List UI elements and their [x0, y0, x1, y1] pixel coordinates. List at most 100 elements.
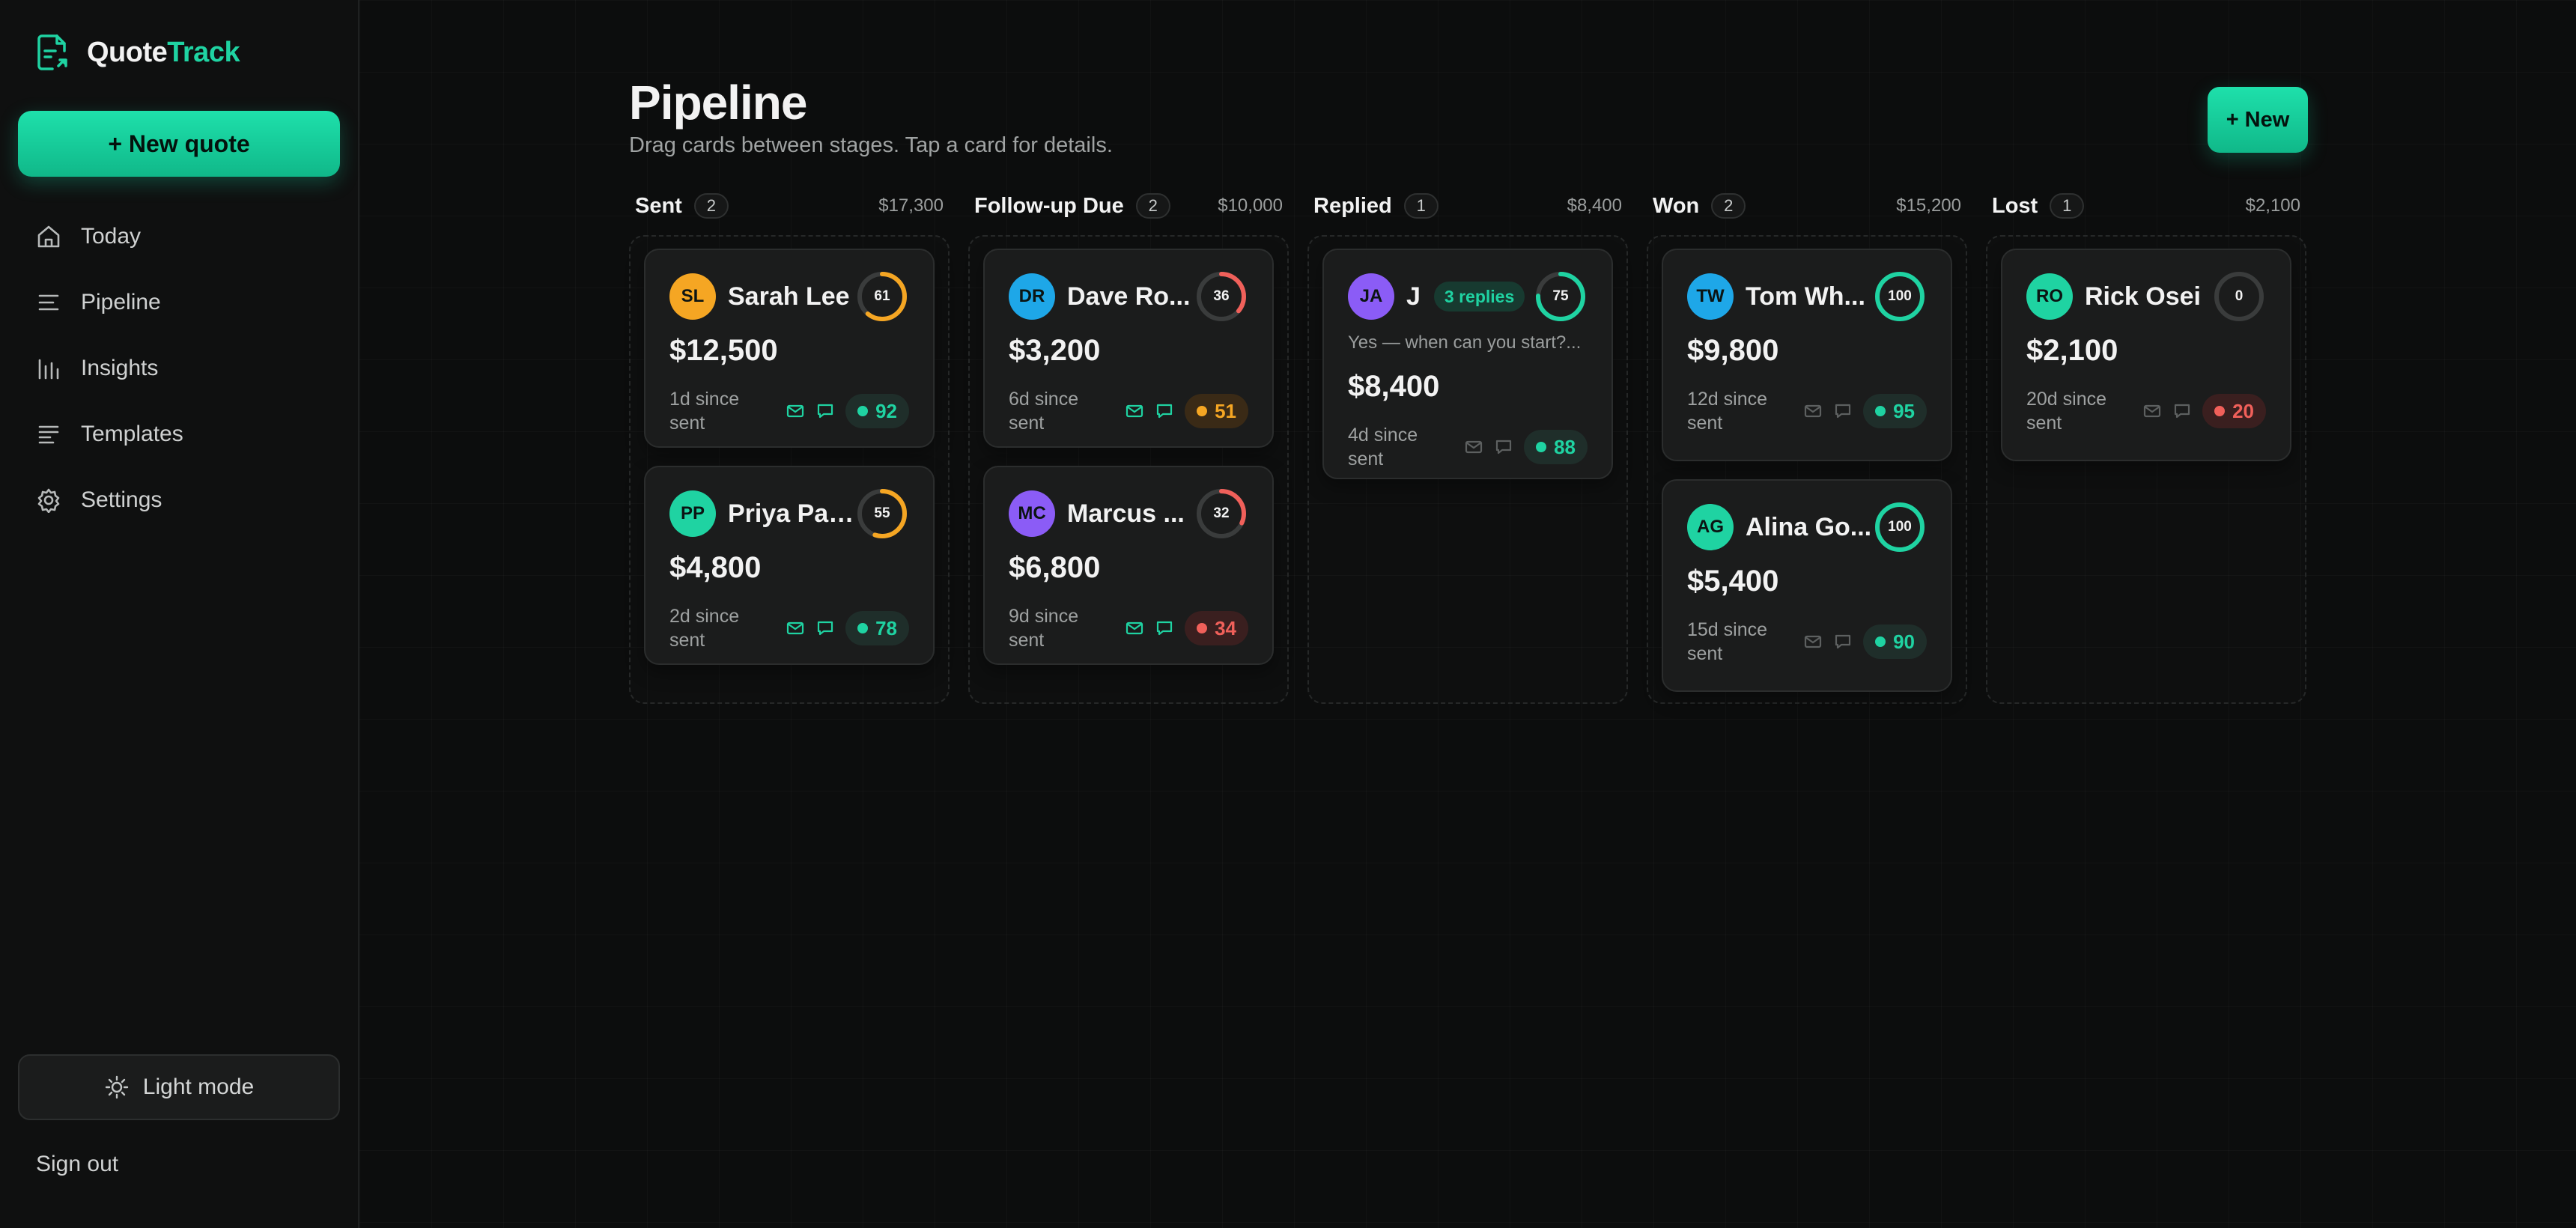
sidebar-item-settings[interactable]: Settings: [18, 467, 340, 533]
message-icon: [1835, 634, 1851, 649]
gear-icon: [37, 488, 60, 513]
column-total: $17,300: [878, 195, 944, 216]
score-badge: 78: [845, 611, 909, 645]
quote-card[interactable]: DR Dave Ro... 36 $3,200 6d since sent 51: [983, 249, 1274, 448]
avatar: RO: [2026, 273, 2073, 320]
message-icon: [817, 404, 833, 419]
ring-value: 55: [874, 505, 890, 521]
column-dropzone[interactable]: RO Rick Osei 0 $2,100 20d since sent 20: [1986, 235, 2306, 704]
stage-column-follow-up-due: Follow-up Due 2 $10,000 DR Dave Ro... 36…: [968, 190, 1289, 704]
column-count-badge: 2: [1711, 193, 1746, 219]
message-icon: [1156, 404, 1173, 419]
quote-amount: $5,400: [1687, 565, 1779, 598]
progress-ring: 75: [1534, 270, 1588, 323]
avatar: MC: [1009, 490, 1055, 537]
new-quote-button[interactable]: + New quote: [18, 111, 340, 177]
column-count-badge: 1: [1403, 193, 1439, 219]
client-name: J: [1406, 282, 1421, 311]
column-dropzone[interactable]: SL Sarah Lee 61 $12,500 1d since sent 92…: [629, 235, 950, 704]
quote-card[interactable]: SL Sarah Lee 61 $12,500 1d since sent 92: [644, 249, 935, 448]
mail-icon: [786, 404, 804, 418]
column-title: Sent: [635, 193, 682, 218]
column-header: Sent 2 $17,300: [629, 190, 950, 222]
time-since-sent: 2d since sent: [669, 606, 740, 651]
column-title: Won: [1653, 193, 1700, 218]
progress-ring: 0: [2212, 270, 2266, 323]
quote-amount: $2,100: [2026, 334, 2118, 367]
quote-card[interactable]: AG Alina Go... 100 $5,400 15d since sent…: [1662, 479, 1952, 692]
quote-card[interactable]: JA J 3 replies 75 Yes — when can you sta…: [1322, 249, 1613, 479]
client-name: Dave Ro...: [1067, 282, 1191, 311]
sidebar-item-pipeline[interactable]: Pipeline: [18, 270, 340, 335]
quote-amount: $8,400: [1348, 370, 1440, 403]
ring-value: 100: [1888, 519, 1912, 535]
progress-ring: 100: [1873, 270, 1927, 323]
avatar: PP: [669, 490, 716, 537]
stage-column-won: Won 2 $15,200 TW Tom Wh... 100 $9,800 12…: [1647, 190, 1967, 704]
sidebar-item-today[interactable]: Today: [18, 204, 340, 270]
score-badge: 34: [1185, 611, 1248, 645]
column-total: $10,000: [1218, 195, 1283, 216]
avatar: AG: [1687, 504, 1734, 550]
column-count-badge: 1: [2050, 193, 2085, 219]
reply-snippet: Yes — when can you start?...: [1348, 332, 1582, 353]
column-dropzone[interactable]: JA J 3 replies 75 Yes — when can you sta…: [1307, 235, 1628, 704]
new-button[interactable]: + New: [2208, 87, 2308, 153]
column-header: Replied 1 $8,400: [1307, 190, 1628, 222]
score-badge: 92: [845, 394, 909, 428]
column-dropzone[interactable]: DR Dave Ro... 36 $3,200 6d since sent 51…: [968, 235, 1289, 704]
column-total: $15,200: [1896, 195, 1961, 216]
sidebar-item-insights[interactable]: Insights: [18, 335, 340, 401]
time-since-sent: 20d since sent: [2026, 389, 2107, 434]
mail-icon: [1126, 621, 1143, 635]
time-since-sent: 1d since sent: [669, 389, 740, 434]
progress-ring: 36: [1194, 270, 1248, 323]
message-icon: [1156, 621, 1173, 636]
time-since-sent: 9d since sent: [1009, 606, 1079, 651]
message-icon: [2174, 404, 2190, 419]
template-icon: [38, 425, 59, 444]
column-dropzone[interactable]: TW Tom Wh... 100 $9,800 12d since sent 9…: [1647, 235, 1967, 704]
sign-out-link[interactable]: Sign out: [36, 1152, 118, 1177]
home-icon: [37, 225, 60, 248]
score-badge: 90: [1863, 624, 1927, 659]
quote-card[interactable]: PP Priya Patel 55 $4,800 2d since sent 7…: [644, 466, 935, 665]
progress-ring: 61: [855, 270, 909, 323]
client-name: Tom Wh...: [1746, 282, 1865, 311]
avatar: SL: [669, 273, 716, 320]
client-name: Priya Patel: [728, 499, 855, 528]
score-badge: 51: [1185, 394, 1248, 428]
page-title: Pipeline: [629, 76, 807, 130]
page-subtitle: Drag cards between stages. Tap a card fo…: [629, 133, 1113, 157]
avatar: JA: [1348, 273, 1394, 320]
quote-amount: $3,200: [1009, 334, 1101, 367]
sidebar-nav: Today Pipeline Insights Templates Settin…: [18, 204, 340, 533]
score-badge: 88: [1524, 430, 1588, 464]
time-since-sent: 6d since sent: [1009, 389, 1079, 434]
client-name: Sarah Lee: [728, 282, 850, 311]
sidebar-item-label: Templates: [81, 422, 183, 446]
sidebar-item-label: Insights: [81, 356, 159, 380]
client-name: Marcus ...: [1067, 499, 1185, 528]
column-title: Replied: [1313, 193, 1392, 218]
score-badge: 20: [2202, 394, 2266, 428]
column-header: Lost 1 $2,100: [1986, 190, 2306, 222]
bar-chart-icon: [38, 359, 59, 380]
sidebar-item-templates[interactable]: Templates: [18, 401, 340, 467]
column-total: $2,100: [2245, 195, 2300, 216]
column-count-badge: 2: [1135, 193, 1170, 219]
time-since-sent: 4d since sent: [1348, 425, 1418, 469]
client-name: Alina Go...: [1746, 512, 1872, 541]
quote-card[interactable]: MC Marcus ... 32 $6,800 9d since sent 34: [983, 466, 1274, 665]
mail-icon: [786, 621, 804, 635]
sidebar-item-label: Today: [81, 224, 142, 249]
quote-card[interactable]: RO Rick Osei 0 $2,100 20d since sent 20: [2001, 249, 2291, 461]
mail-icon: [1465, 440, 1483, 454]
mail-icon: [2143, 404, 2161, 418]
stage-column-sent: Sent 2 $17,300 SL Sarah Lee 61 $12,500 1…: [629, 190, 950, 704]
light-mode-toggle[interactable]: Light mode: [18, 1054, 340, 1120]
client-name: Rick Osei: [2085, 282, 2201, 311]
ring-value: 32: [1213, 505, 1230, 521]
quote-card[interactable]: TW Tom Wh... 100 $9,800 12d since sent 9…: [1662, 249, 1952, 461]
app-logo[interactable]: QuoteTrack: [34, 33, 240, 72]
